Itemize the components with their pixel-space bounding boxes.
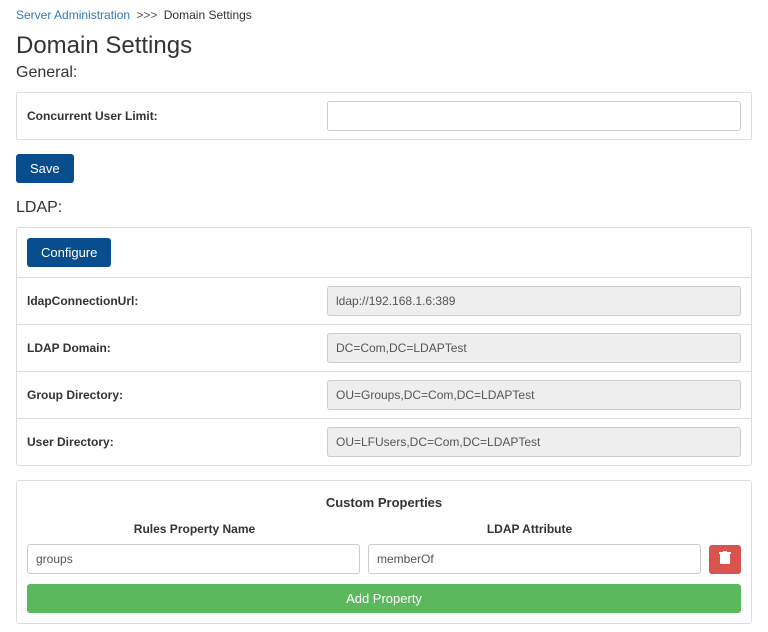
breadcrumb-separator: >>> <box>136 8 157 22</box>
ldap-domain-label: LDAP Domain: <box>27 341 327 355</box>
column-header-ldap: LDAP Attribute <box>362 522 697 536</box>
concurrent-user-limit-label: Concurrent User Limit: <box>27 109 327 123</box>
ldap-connection-url-label: ldapConnectionUrl: <box>27 294 327 308</box>
concurrent-user-limit-input[interactable] <box>327 101 741 131</box>
ldap-connection-url-input <box>327 286 741 316</box>
general-heading: General: <box>16 64 752 82</box>
general-panel: Concurrent User Limit: <box>16 92 752 140</box>
configure-button[interactable]: Configure <box>27 238 111 267</box>
breadcrumb-current: Domain Settings <box>164 8 252 22</box>
ldap-heading: LDAP: <box>16 199 752 217</box>
delete-property-button[interactable] <box>709 545 741 574</box>
column-header-rules: Rules Property Name <box>27 522 362 536</box>
save-button[interactable]: Save <box>16 154 74 183</box>
user-directory-label: User Directory: <box>27 435 327 449</box>
rules-property-name-input[interactable] <box>27 544 360 574</box>
group-directory-input <box>327 380 741 410</box>
ldap-attribute-input[interactable] <box>368 544 701 574</box>
ldap-domain-input <box>327 333 741 363</box>
breadcrumb: Server Administration >>> Domain Setting… <box>16 8 752 22</box>
trash-icon <box>719 551 731 565</box>
page-title: Domain Settings <box>16 32 752 60</box>
add-property-button[interactable]: Add Property <box>27 584 741 613</box>
ldap-panel: Configure ldapConnectionUrl: LDAP Domain… <box>16 227 752 466</box>
breadcrumb-root-link[interactable]: Server Administration <box>16 8 130 22</box>
custom-properties-panel: Custom Properties Rules Property Name LD… <box>16 480 752 624</box>
custom-property-row <box>27 544 741 574</box>
custom-properties-title: Custom Properties <box>27 491 741 522</box>
user-directory-input <box>327 427 741 457</box>
group-directory-label: Group Directory: <box>27 388 327 402</box>
